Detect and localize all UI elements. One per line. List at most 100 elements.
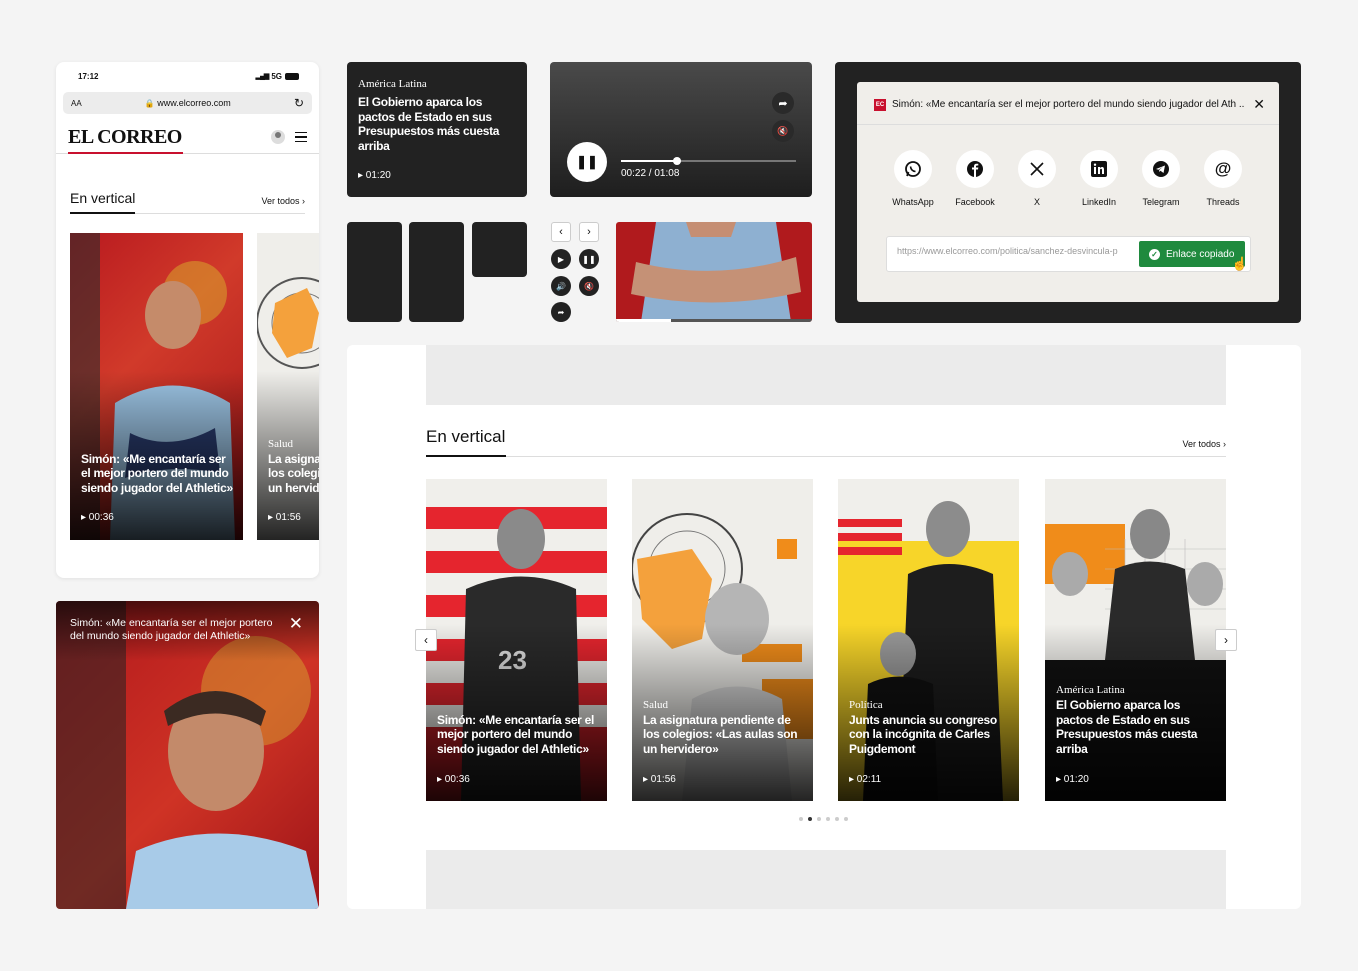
share-icon[interactable]: ➦ [551, 302, 571, 322]
share-x[interactable]: X [1007, 150, 1067, 207]
thumbnail-vertical [409, 222, 464, 322]
share-telegram[interactable]: Telegram [1131, 150, 1191, 207]
share-icon[interactable]: ➦ [772, 92, 794, 114]
fullscreen-title: Simón: «Me encantaría ser el mejor porte… [70, 617, 273, 642]
volume-icon[interactable]: 🔊 [551, 276, 571, 296]
progress-fill [621, 157, 681, 165]
close-icon[interactable]: ✕ [289, 614, 303, 634]
lock-icon: 🔒 [144, 99, 155, 108]
share-threads[interactable]: @ Threads [1193, 150, 1253, 207]
pagination-dot[interactable] [826, 817, 830, 821]
mute-icon[interactable]: 🔇 [579, 276, 599, 296]
ad-placeholder-top [426, 345, 1226, 405]
progress-track[interactable] [621, 157, 796, 165]
status-time: 17:12 [78, 71, 99, 81]
card-category: América Latina [1056, 684, 1125, 696]
play-icon[interactable]: ▶ [551, 249, 571, 269]
card-category: Política [849, 698, 883, 711]
mute-icon[interactable]: 🔇 [772, 120, 794, 142]
carousel-prev-button[interactable]: ‹ [415, 629, 437, 651]
site-badge: EC [874, 99, 886, 111]
card-duration: ▸ 00:36 [81, 512, 114, 523]
linkedin-icon [1080, 150, 1118, 188]
text-size-button[interactable]: AA [71, 99, 82, 108]
battery-icon [285, 72, 299, 80]
pagination-dot[interactable] [817, 817, 821, 821]
site-logo[interactable]: EL CORREO [68, 126, 183, 154]
card-duration: ▸ 02:11 [849, 774, 882, 785]
card-duration: ▸ 01:20 [1056, 774, 1089, 785]
share-whatsapp[interactable]: WhatsApp [883, 150, 943, 207]
card-caption: Política Junts anuncia su congreso con l… [849, 699, 1011, 757]
share-facebook[interactable]: Facebook [945, 150, 1005, 207]
card-title: El Gobierno aparca los pactos de Estado … [1056, 698, 1198, 756]
video-player-controls: ➦ 🔇 ❚❚ 00:22 / 01:08 [550, 62, 812, 197]
see-all-link[interactable]: Ver todos › [1182, 439, 1226, 456]
address-bar[interactable]: AA 🔒 www.elcorreo.com ↻ [63, 92, 312, 114]
cursor-icon: ☝ [1231, 256, 1248, 271]
card-category: Salud [268, 437, 294, 450]
progress-handle[interactable] [673, 157, 681, 165]
section-header: En vertical Ver todos › [70, 190, 305, 214]
video-card[interactable]: Política Junts anuncia su congreso con l… [838, 479, 1019, 801]
video-card[interactable]: Simón: «Me encantaría ser el mejor porte… [70, 233, 243, 540]
site-header: EL CORREO [56, 121, 319, 154]
carousel-next-button[interactable]: › [1215, 629, 1237, 651]
section-title: En vertical [70, 190, 136, 214]
video-card[interactable]: 23 Simón: «Me encantaría ser el mejor po… [426, 479, 607, 801]
share-url-input[interactable] [897, 246, 1135, 256]
section-header: En vertical Ver todos › [426, 427, 1226, 457]
video-progress [616, 319, 812, 322]
reload-icon[interactable]: ↻ [294, 96, 304, 110]
card-title: El Gobierno aparca los pactos de Estado … [358, 95, 500, 153]
status-bar: 17:12 ▂▄▆ 5G [56, 62, 319, 90]
prev-arrow-button[interactable]: ‹ [551, 222, 571, 242]
pagination-dot[interactable] [835, 817, 839, 821]
desktop-page: En vertical Ver todos › 23 Simón: «Me en… [347, 345, 1301, 909]
whatsapp-icon [894, 150, 932, 188]
copy-link-button[interactable]: ✓ Enlace copiado [1139, 241, 1245, 267]
card-title: La asigna los colegi un hervid [268, 451, 319, 495]
ad-placeholder-bottom [426, 850, 1226, 909]
pagination-dot[interactable] [799, 817, 803, 821]
video-progress-fill [616, 319, 671, 322]
pagination-dot[interactable] [808, 817, 812, 821]
pause-icon[interactable]: ❚❚ [579, 249, 599, 269]
mini-video-card[interactable]: América Latina El Gobierno aparca los pa… [347, 62, 527, 197]
user-icon[interactable] [271, 130, 285, 144]
url-text: 🔒 www.elcorreo.com [144, 98, 231, 108]
see-all-link[interactable]: Ver todos › [261, 196, 305, 213]
check-icon: ✓ [1149, 248, 1160, 260]
card-duration: ▸ 01:56 [643, 774, 676, 785]
card-duration: ▸ 01:56 [268, 512, 301, 523]
share-title: Simón: «Me encantaría ser el mejor porte… [892, 99, 1244, 110]
share-linkedin[interactable]: LinkedIn [1069, 150, 1129, 207]
card-caption: Simón: «Me encantaría ser el mejor porte… [437, 713, 599, 757]
x-icon [1018, 150, 1056, 188]
close-icon[interactable]: ✕ [1253, 96, 1265, 113]
card-title: Simón: «Me encantaría ser el mejor porte… [81, 451, 233, 495]
fullscreen-video[interactable]: Simón: «Me encantaría ser el mejor porte… [56, 601, 319, 909]
facebook-icon [956, 150, 994, 188]
video-card[interactable]: Salud La asigna los colegi un hervid ▸ 0… [257, 233, 319, 540]
menu-icon[interactable] [295, 132, 307, 142]
video-preview[interactable] [616, 222, 812, 322]
share-dialog-backdrop: EC Simón: «Me encantaría ser el mejor po… [835, 62, 1301, 323]
card-caption: América Latina El Gobierno aparca los pa… [1056, 684, 1218, 756]
section-title: En vertical [426, 427, 506, 457]
share-dialog: EC Simón: «Me encantaría ser el mejor po… [857, 82, 1279, 302]
card-title: La asignatura pendiente de los colegios:… [643, 712, 798, 756]
thumbnail-vertical [347, 222, 402, 322]
video-card[interactable]: América Latina El Gobierno aparca los pa… [1045, 479, 1226, 801]
card-caption: Salud La asignatura pendiente de los col… [643, 699, 805, 757]
video-card[interactable]: Salud La asignatura pendiente de los col… [632, 479, 813, 801]
carousel-pagination[interactable] [799, 817, 848, 821]
pagination-dot[interactable] [844, 817, 848, 821]
next-arrow-button[interactable]: › [579, 222, 599, 242]
card-title: Simón: «Me encantaría ser el mejor porte… [437, 712, 594, 756]
card-category: América Latina [358, 78, 427, 90]
pause-button[interactable]: ❚❚ [567, 142, 607, 182]
thumbnail-square [472, 222, 527, 277]
card-duration: ▸ 00:36 [437, 774, 470, 785]
card-caption: Salud La asigna los colegi un hervid [268, 437, 319, 496]
